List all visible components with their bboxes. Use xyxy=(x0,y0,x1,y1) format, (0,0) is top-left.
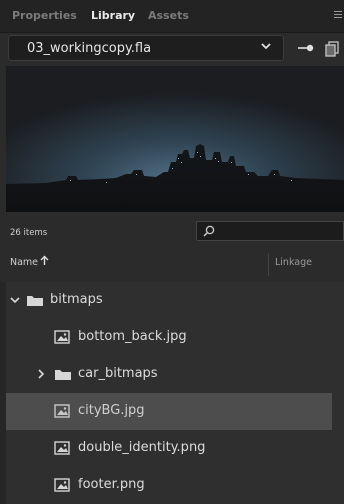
library-toolbar: 26 items xyxy=(0,218,344,244)
bitmap-icon xyxy=(54,330,70,344)
list-item-label: bitmaps xyxy=(50,292,103,307)
bitmap-icon xyxy=(54,441,70,455)
tab-properties[interactable]: Properties xyxy=(12,9,77,22)
folder-icon xyxy=(55,370,71,380)
list-item-label: car_bitmaps xyxy=(78,366,158,381)
chevron-down-icon xyxy=(261,43,271,50)
pin-icon[interactable] xyxy=(296,43,316,53)
library-preview xyxy=(6,66,344,212)
column-linkage-header[interactable]: Linkage xyxy=(275,257,312,268)
list-item-folder-bitmaps[interactable]: bitmaps xyxy=(6,282,344,319)
library-column-header: Name Linkage xyxy=(0,246,344,283)
library-panel: Properties Library Assets 03_workingcopy… xyxy=(0,0,344,504)
column-name-header[interactable]: Name xyxy=(10,257,38,268)
list-item-bitmap-selected[interactable]: cityBG.jpg xyxy=(6,393,332,430)
search-icon xyxy=(203,225,215,237)
list-item-label: bottom_back.jpg xyxy=(78,329,187,344)
chevron-right-icon[interactable] xyxy=(36,368,46,380)
city-skyline-preview-image xyxy=(6,66,344,212)
list-item-folder-car-bitmaps[interactable]: car_bitmaps xyxy=(6,356,344,393)
bitmap-icon xyxy=(54,404,70,418)
chevron-down-icon[interactable] xyxy=(10,294,20,306)
column-divider[interactable] xyxy=(268,254,269,276)
panel-menu-icon[interactable] xyxy=(334,11,342,19)
panel-tab-bar: Properties Library Assets xyxy=(0,0,344,33)
list-item-bitmap[interactable]: double_identity.png xyxy=(6,430,344,467)
item-count: 26 items xyxy=(10,228,48,238)
folder-icon xyxy=(27,296,43,306)
document-row: 03_workingcopy.fla xyxy=(0,33,344,63)
document-name: 03_workingcopy.fla xyxy=(27,41,152,56)
list-item-bitmap[interactable]: footer.png xyxy=(6,467,344,504)
list-item-label: double_identity.png xyxy=(78,440,206,455)
tab-library[interactable]: Library xyxy=(91,9,135,22)
sort-ascending-icon[interactable] xyxy=(40,255,49,266)
library-search-input[interactable] xyxy=(196,221,344,241)
library-item-list: bitmaps bottom_back.jpg car_bitmaps city… xyxy=(0,282,344,504)
document-dropdown[interactable]: 03_workingcopy.fla xyxy=(8,35,284,61)
list-item-label: footer.png xyxy=(78,477,145,492)
list-item-bitmap[interactable]: bottom_back.jpg xyxy=(6,319,344,356)
bitmap-icon xyxy=(54,478,70,492)
tab-assets[interactable]: Assets xyxy=(148,9,189,22)
new-library-panel-icon[interactable] xyxy=(325,41,339,57)
list-item-label: cityBG.jpg xyxy=(78,403,145,418)
